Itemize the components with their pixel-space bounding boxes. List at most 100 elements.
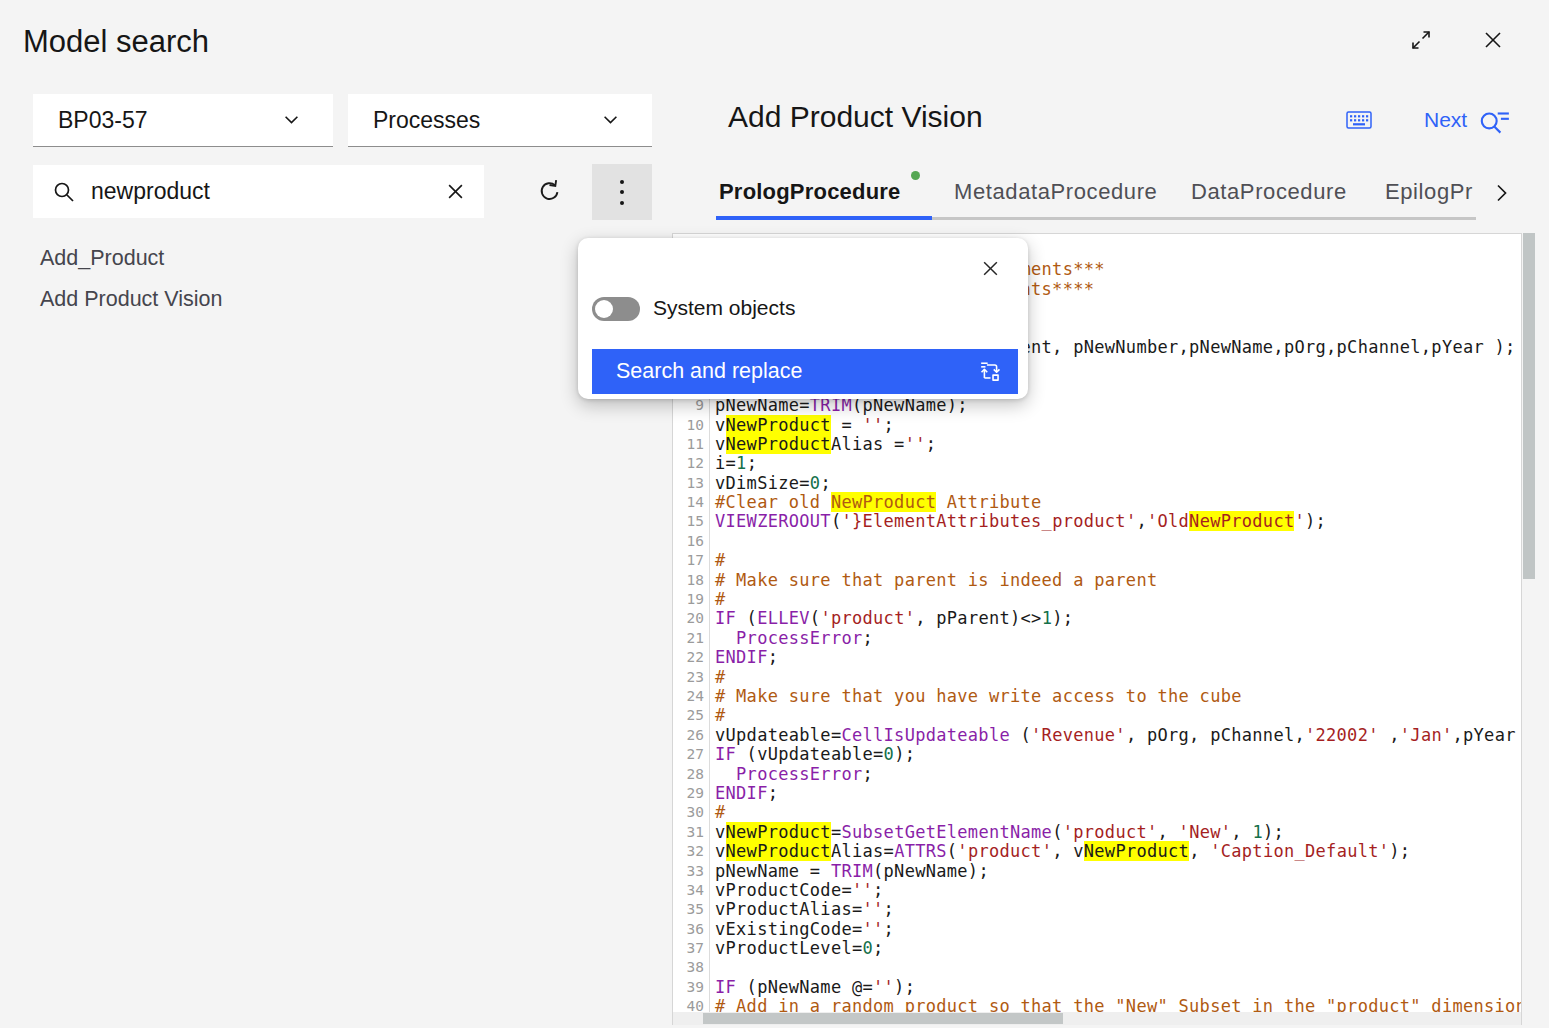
code-text: ENDIF; [709, 648, 778, 667]
search-replace-icon [979, 360, 1002, 383]
detail-title: Add Product Vision [728, 100, 983, 134]
code-line: 13vDimSize=0; [673, 474, 1521, 493]
code-line: 11vNewProductAlias =''; [673, 435, 1521, 454]
code-line: 12i=1; [673, 454, 1521, 473]
code-line: 29ENDIF; [673, 784, 1521, 803]
search-result-item[interactable]: Add Product Vision [40, 287, 222, 312]
kebab-dot [620, 180, 624, 184]
line-number: 12 [673, 454, 709, 473]
line-number: 31 [673, 823, 709, 842]
tabbar-baseline [932, 217, 1476, 220]
popup-close-button[interactable] [976, 254, 1004, 282]
line-number: 39 [673, 978, 709, 997]
clear-search-icon[interactable] [447, 183, 464, 200]
line-number: 22 [673, 648, 709, 667]
code-text: vNewProduct = ''; [709, 416, 894, 435]
window-title: Model search [23, 24, 209, 60]
line-number: 18 [673, 571, 709, 590]
line-number: 10 [673, 416, 709, 435]
vertical-scrollbar-thumb[interactable] [1523, 233, 1535, 579]
code-line: 30# [673, 803, 1521, 822]
code-text: IF (ELLEV('product', pParent)<>1); [709, 609, 1073, 628]
line-number: 24 [673, 687, 709, 706]
code-text: vProductAlias=''; [709, 900, 894, 919]
keyboard-shortcuts-button[interactable] [1346, 109, 1372, 131]
next-match-button[interactable]: Next [1424, 108, 1467, 132]
code-text: ProcessError; [709, 629, 873, 648]
vertical-scrollbar[interactable] [1522, 233, 1536, 1025]
code-text: vNewProductAlias=ATTRS('product', vNewPr… [709, 842, 1410, 861]
code-text: # [709, 551, 726, 570]
tab-metadata-procedure[interactable]: MetadataProcedure [954, 179, 1157, 205]
code-line: 20IF (ELLEV('product', pParent)<>1); [673, 609, 1521, 628]
close-icon [981, 259, 1000, 278]
code-line: 17# [673, 551, 1521, 570]
tab-data-procedure[interactable]: DataProcedure [1191, 179, 1347, 205]
code-text: ProcessError; [709, 765, 873, 784]
horizontal-scrollbar[interactable] [673, 1012, 1521, 1025]
chevron-right-icon [1490, 182, 1512, 204]
line-number: 34 [673, 881, 709, 900]
code-line: 25# [673, 706, 1521, 725]
code-text: vProductCode=''; [709, 881, 884, 900]
code-line: 39IF (pNewName @=''); [673, 978, 1521, 997]
search-lines-icon [1477, 105, 1511, 139]
code-text: VIEWZEROOUT('}ElementAttributes_product'… [709, 512, 1326, 531]
search-input[interactable]: newproduct [33, 165, 484, 218]
code-text: pNewName=TRIM(pNewName); [709, 396, 968, 415]
code-text [709, 958, 715, 977]
find-next-icon[interactable] [1477, 105, 1511, 139]
line-number: 27 [673, 745, 709, 764]
maximize-button[interactable] [1408, 27, 1434, 53]
refresh-icon [536, 178, 563, 205]
system-objects-label: System objects [653, 296, 795, 320]
chevron-down-icon [603, 115, 618, 125]
code-line: 31vNewProduct=SubsetGetElementName('prod… [673, 823, 1521, 842]
search-and-replace-button[interactable]: Search and replace [592, 349, 1018, 394]
code-text: ENDIF; [709, 784, 778, 803]
search-result-item[interactable]: Add_Product [40, 246, 164, 271]
line-number: 38 [673, 958, 709, 977]
system-objects-toggle[interactable] [592, 297, 640, 321]
horizontal-scrollbar-thumb[interactable] [703, 1013, 1063, 1024]
search-icon [53, 181, 75, 203]
code-text: vUpdateable=CellIsUpdateable ('Revenue',… [709, 726, 1522, 745]
code-line: 24# Make sure that you have write access… [673, 687, 1521, 706]
code-line: 16 [673, 532, 1521, 551]
refresh-button[interactable] [536, 178, 563, 205]
tab-epilog-procedure[interactable]: EpilogProcedure [1385, 179, 1473, 204]
code-text: IF (pNewName @=''); [709, 978, 915, 997]
tabs-scroll-right-button[interactable] [1490, 182, 1512, 204]
code-text: # [709, 590, 726, 609]
line-number: 30 [673, 803, 709, 822]
model-dropdown[interactable]: BP03-57 [33, 94, 333, 147]
chevron-down-icon [284, 115, 299, 125]
object-type-dropdown[interactable]: Processes [348, 94, 652, 147]
line-number: 16 [673, 532, 709, 551]
code-text: IF (vUpdateable=0); [709, 745, 915, 764]
tab-prolog-procedure[interactable]: PrologProcedure [719, 179, 900, 205]
line-number: 20 [673, 609, 709, 628]
line-number: 28 [673, 765, 709, 784]
close-button[interactable] [1481, 28, 1505, 52]
search-options-menu-button[interactable] [592, 164, 652, 220]
code-text: # Make sure that you have write access t… [709, 687, 1242, 706]
maximize-icon [1408, 27, 1434, 53]
code-line: 15VIEWZEROOUT('}ElementAttributes_produc… [673, 512, 1521, 531]
line-number: 15 [673, 512, 709, 531]
line-number: 19 [673, 590, 709, 609]
line-number: 13 [673, 474, 709, 493]
code-text: pNewName = TRIM(pNewName); [709, 862, 989, 881]
code-text: vNewProductAlias =''; [709, 435, 936, 454]
code-line: 28 ProcessError; [673, 765, 1521, 784]
object-type-dropdown-value: Processes [373, 107, 480, 134]
code-line: 22ENDIF; [673, 648, 1521, 667]
line-number: 25 [673, 706, 709, 725]
code-text: vDimSize=0; [709, 474, 831, 493]
kebab-dot [620, 190, 624, 194]
line-number: 11 [673, 435, 709, 454]
code-line: 34vProductCode=''; [673, 881, 1521, 900]
line-number: 23 [673, 668, 709, 687]
code-line: 21 ProcessError; [673, 629, 1521, 648]
code-text: #Clear old NewProduct Attribute [709, 493, 1042, 512]
